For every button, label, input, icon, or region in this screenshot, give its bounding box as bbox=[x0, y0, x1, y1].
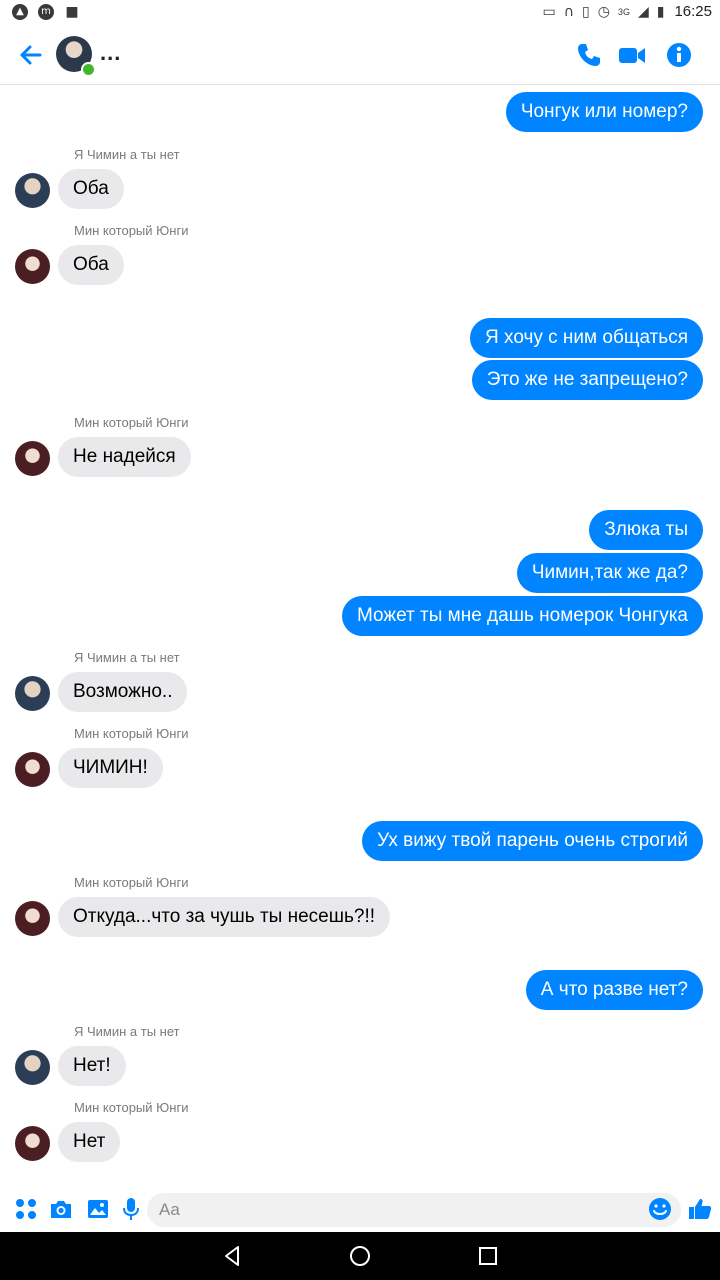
outgoing-message[interactable]: Может ты мне дашь номерок Чонгука bbox=[342, 596, 703, 636]
online-indicator bbox=[81, 62, 96, 77]
message-composer: Aa bbox=[0, 1188, 720, 1232]
camera-icon[interactable] bbox=[48, 1196, 74, 1222]
sender-name: Мин который Юнги bbox=[74, 726, 189, 741]
avatar[interactable] bbox=[15, 173, 50, 208]
avatar[interactable] bbox=[15, 249, 50, 284]
home-nav-icon[interactable] bbox=[348, 1244, 372, 1268]
status-bar: ▲ m ■ ▭ ∩ ▯ ◷ 3G ◢ ▮ 16:25 bbox=[0, 0, 720, 26]
vibrate-icon: ▯ bbox=[582, 3, 590, 20]
sender-name: Я Чимин а ты нет bbox=[74, 147, 180, 162]
recents-nav-icon[interactable] bbox=[476, 1244, 500, 1268]
app-m-icon: m bbox=[38, 4, 54, 20]
network-type: 3G bbox=[617, 6, 630, 17]
avatar[interactable] bbox=[15, 901, 50, 936]
gallery-icon[interactable] bbox=[85, 1196, 111, 1222]
outgoing-message[interactable]: Злюка ты bbox=[589, 510, 703, 550]
sender-name: Мин который Юнги bbox=[74, 1100, 189, 1115]
apps-icon[interactable] bbox=[13, 1196, 39, 1222]
back-arrow-icon[interactable] bbox=[16, 40, 46, 70]
lock-icon: ■ bbox=[65, 4, 79, 20]
emoji-icon[interactable] bbox=[647, 1196, 673, 1222]
message-input-placeholder: Aa bbox=[159, 1200, 180, 1219]
app-a-icon: ▲ bbox=[12, 4, 28, 20]
conversation-title[interactable]: ... bbox=[100, 40, 121, 66]
incoming-message[interactable]: Нет bbox=[58, 1122, 121, 1162]
mic-icon[interactable] bbox=[118, 1196, 144, 1222]
incoming-message[interactable]: Нет! bbox=[58, 1046, 126, 1086]
outgoing-message[interactable]: Чимин,так же да? bbox=[516, 553, 703, 593]
avatar[interactable] bbox=[15, 1126, 50, 1161]
alarm-icon: ◷ bbox=[597, 3, 610, 20]
battery-icon: ▮ bbox=[656, 3, 665, 20]
headset-icon: ∩ bbox=[563, 3, 574, 20]
outgoing-message[interactable]: А что разве нет? bbox=[525, 970, 703, 1010]
sender-name: Мин который Юнги bbox=[74, 875, 189, 890]
video-icon[interactable] bbox=[617, 40, 647, 70]
outgoing-message[interactable]: Это же не запрещено? bbox=[471, 360, 703, 400]
outgoing-message[interactable]: Я хочу с ним общаться bbox=[470, 318, 703, 358]
conversation-header: ... bbox=[0, 26, 720, 85]
cast-icon: ▭ bbox=[542, 3, 556, 20]
incoming-message[interactable]: Откуда...что за чушь ты несешь?!! bbox=[58, 897, 391, 937]
avatar[interactable] bbox=[15, 752, 50, 787]
avatar[interactable] bbox=[15, 676, 50, 711]
system-nav-bar bbox=[0, 1232, 720, 1280]
info-icon[interactable] bbox=[664, 40, 694, 70]
back-nav-icon[interactable] bbox=[220, 1244, 244, 1268]
phone-icon[interactable] bbox=[574, 40, 604, 70]
sender-name: Я Чимин а ты нет bbox=[74, 1024, 180, 1039]
incoming-message[interactable]: Возможно.. bbox=[58, 672, 188, 712]
message-input[interactable]: Aa bbox=[147, 1193, 681, 1227]
avatar[interactable] bbox=[15, 1050, 50, 1085]
incoming-message[interactable]: Оба bbox=[58, 169, 124, 209]
outgoing-message[interactable]: Чонгук или номер? bbox=[505, 92, 703, 132]
sender-name: Мин который Юнги bbox=[74, 415, 189, 430]
like-icon[interactable] bbox=[687, 1196, 713, 1222]
clock: 16:25 bbox=[674, 3, 712, 20]
sender-name: Мин который Юнги bbox=[74, 223, 189, 238]
incoming-message[interactable]: ЧИМИН! bbox=[58, 748, 163, 788]
avatar[interactable] bbox=[15, 441, 50, 476]
outgoing-message[interactable]: Ух вижу твой парень очень строгий bbox=[362, 821, 703, 861]
sender-name: Я Чимин а ты нет bbox=[74, 650, 180, 665]
incoming-message[interactable]: Не надейся bbox=[58, 437, 191, 477]
incoming-message[interactable]: Оба bbox=[58, 245, 124, 285]
signal-icon: ◢ bbox=[637, 3, 649, 20]
